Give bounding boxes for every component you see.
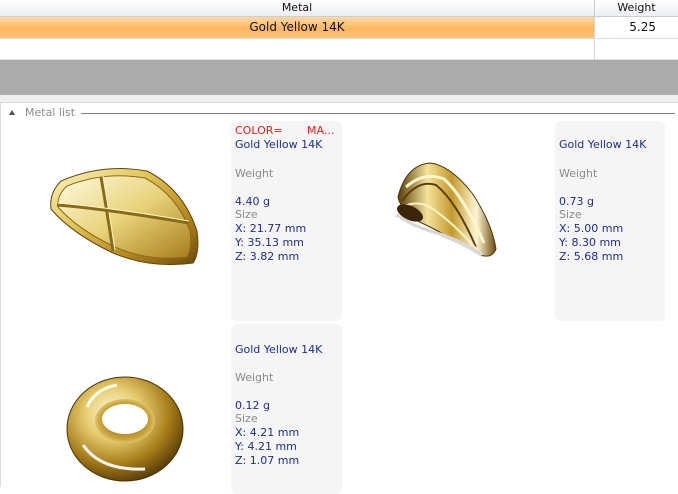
metal-list-header[interactable]: Metal list: [5, 105, 75, 121]
splitter-bar[interactable]: [0, 60, 678, 95]
metal-item-card-3[interactable]: Gold Yellow 14K Weight 0.12 g Size X: 4.…: [231, 324, 342, 494]
ring-icon[interactable]: [61, 365, 189, 485]
column-header-metal[interactable]: Metal: [0, 0, 595, 16]
cell-metal[interactable]: Gold Yellow 14K: [0, 17, 594, 38]
column-header-weight[interactable]: Weight: [595, 0, 678, 16]
metal-list-group: Metal list COLOR= MA... Gold Yellow 14K …: [0, 103, 678, 494]
color-label: COLOR=: [235, 124, 283, 137]
panel-separator: [0, 95, 678, 103]
size-z: Z: 3.82 mm: [235, 250, 300, 263]
group-divider: [81, 113, 675, 114]
size-label: Size: [235, 412, 258, 425]
metal-item-card-2[interactable]: Gold Yellow 14K Weight 0.73 g Size X: 5.…: [555, 121, 665, 321]
size-x: X: 5.00 mm: [559, 222, 624, 235]
size-y: Y: 35.13 mm: [235, 236, 304, 249]
size-y: Y: 4.21 mm: [235, 440, 297, 453]
weight-label: Weight: [235, 371, 274, 384]
grid-header: Metal Weight: [0, 0, 678, 17]
metal-list-title: Metal list: [25, 106, 76, 119]
collapse-triangle-icon[interactable]: [9, 110, 15, 115]
metal-name: Gold Yellow 14K: [235, 138, 323, 151]
column-divider: [594, 16, 595, 60]
cell-weight[interactable]: 5.25: [595, 17, 678, 38]
size-z: Z: 5.68 mm: [559, 250, 624, 263]
shield-icon[interactable]: [43, 167, 203, 269]
bail-icon[interactable]: [384, 157, 504, 262]
weight-label: Weight: [559, 167, 598, 180]
metal-grid: Metal Weight Gold Yellow 14K 5.25: [0, 0, 678, 60]
color-value: MA...: [307, 124, 335, 137]
weight-value: 0.73 g: [559, 195, 594, 208]
metal-name: Gold Yellow 14K: [559, 138, 647, 151]
size-x: X: 21.77 mm: [235, 222, 307, 235]
size-z: Z: 1.07 mm: [235, 454, 300, 467]
weight-value: 4.40 g: [235, 195, 270, 208]
weight-label: Weight: [235, 167, 274, 180]
table-row-selected[interactable]: Gold Yellow 14K 5.25: [0, 17, 678, 39]
table-row-empty[interactable]: [0, 39, 678, 60]
weight-value: 0.12 g: [235, 399, 270, 412]
metal-name: Gold Yellow 14K: [235, 343, 323, 356]
size-x: X: 4.21 mm: [235, 426, 300, 439]
metal-item-card-1[interactable]: COLOR= MA... Gold Yellow 14K Weight 4.40…: [231, 121, 342, 321]
size-label: Size: [559, 208, 582, 221]
size-y: Y: 8.30 mm: [559, 236, 621, 249]
size-label: Size: [235, 208, 258, 221]
